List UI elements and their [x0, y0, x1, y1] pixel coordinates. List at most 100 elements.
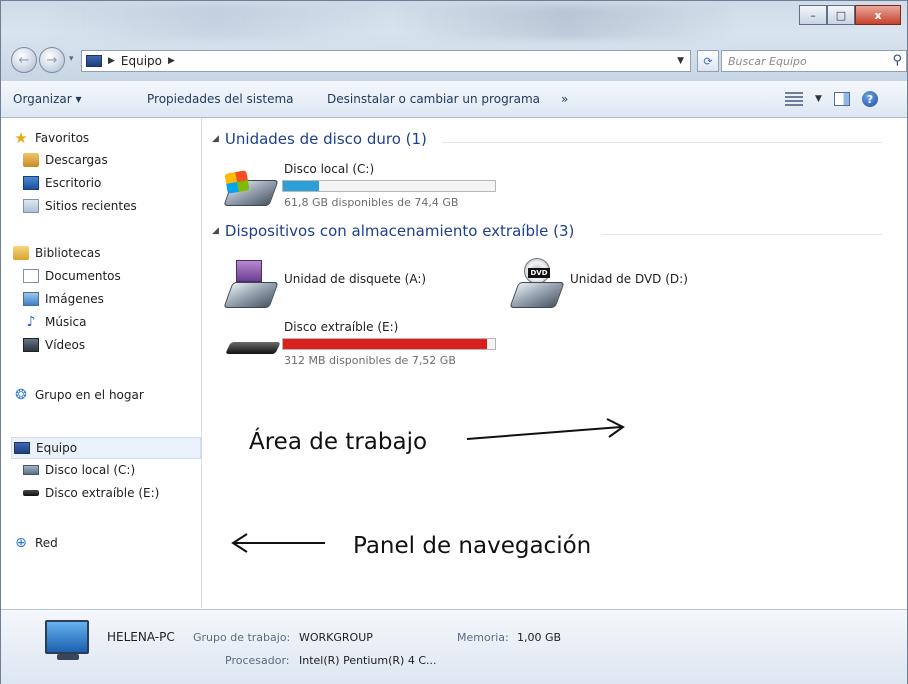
sidebar-item-images[interactable]: Imágenes [23, 292, 104, 306]
annotation-nav-panel: Panel de navegación [349, 531, 596, 561]
drive-e-usage-bar [282, 338, 496, 350]
libraries-icon [13, 246, 29, 260]
sidebar-item-label: Favoritos [35, 131, 90, 145]
preview-pane-icon[interactable] [833, 92, 850, 106]
sidebar-item-label: Disco local (C:) [45, 463, 136, 477]
minimize-button[interactable]: – [799, 5, 827, 25]
sidebar-item-recent[interactable]: Sitios recientes [23, 199, 137, 213]
drive-e-name: Disco extraíble (E:) [284, 320, 399, 334]
sidebar-item-homegroup[interactable]: ❂ Grupo en el hogar [13, 388, 144, 402]
hard-drive-icon [23, 465, 39, 475]
star-icon: ★ [14, 129, 28, 147]
more-commands-button[interactable]: » [561, 92, 568, 106]
title-bar: – □ x ← → ▾ ▶ Equipo ▶ ▼ ⟳ ⚲ [1, 1, 907, 81]
sidebar-item-label: Imágenes [45, 292, 104, 306]
search-icon[interactable]: ⚲ [892, 53, 902, 68]
search-input[interactable] [722, 51, 894, 71]
navigation-pane: ★ Favoritos Descargas Escritorio Sitios … [1, 118, 202, 608]
group-divider [602, 234, 882, 235]
collapse-triangle-icon[interactable]: ◢ [212, 134, 219, 144]
sidebar-item-documents[interactable]: Documentos [23, 269, 121, 283]
music-note-icon: ♪ [26, 314, 36, 330]
sidebar-item-label: Red [35, 536, 58, 550]
group-header-label: Unidades de disco duro (1) [224, 130, 427, 148]
sidebar-item-music[interactable]: ♪ Música [23, 315, 87, 329]
usb-drive-icon [23, 490, 39, 496]
sidebar-item-label: Equipo [36, 441, 78, 455]
workgroup-value: WORKGROUP [299, 631, 373, 644]
processor-label: Procesador: [225, 654, 290, 667]
recent-pages-dropdown[interactable]: ▾ [69, 54, 74, 64]
sidebar-item-label: Bibliotecas [35, 246, 101, 260]
breadcrumb-arrow-icon[interactable]: ▶ [108, 56, 115, 66]
drive-c-free-space: 61,8 GB disponibles de 74,4 GB [284, 196, 459, 209]
sidebar-item-label: Música [45, 315, 87, 329]
details-pane: HELENA-PC Grupo de trabajo: WORKGROUP Me… [1, 609, 907, 684]
drive-a-name: Unidad de disquete (A:) [284, 272, 427, 286]
system-properties-button[interactable]: Propiedades del sistema [147, 92, 294, 106]
uninstall-program-button[interactable]: Desinstalar o cambiar un programa [327, 92, 540, 106]
sidebar-item-computer[interactable]: Equipo [11, 437, 201, 459]
sidebar-item-local-disk[interactable]: Disco local (C:) [23, 463, 135, 477]
sidebar-item-network[interactable]: ⊕ Red [13, 536, 58, 550]
network-icon: ⊕ [15, 535, 27, 551]
breadcrumb-equipo[interactable]: Equipo [121, 54, 162, 68]
view-controls: ▼ ? [785, 91, 878, 107]
annotation-arrow-left-icon [231, 533, 325, 553]
sidebar-item-libraries[interactable]: Bibliotecas [13, 246, 100, 260]
group-divider [442, 142, 882, 143]
forward-button[interactable]: → [39, 47, 65, 73]
annotation-arrow-right-icon [466, 418, 625, 440]
refresh-button[interactable]: ⟳ [697, 50, 719, 72]
computer-icon [86, 55, 102, 67]
computer-icon [14, 442, 30, 454]
sidebar-item-desktop[interactable]: Escritorio [23, 176, 101, 190]
sidebar-item-label: Vídeos [45, 338, 86, 352]
command-bar: Organizar ▾ Propiedades del sistema Desi… [1, 81, 907, 118]
address-bar[interactable]: ▶ Equipo ▶ ▼ [81, 50, 691, 72]
workgroup-label: Grupo de trabajo: [193, 631, 291, 644]
sidebar-item-favorites[interactable]: ★ Favoritos [13, 130, 89, 146]
back-button[interactable]: ← [11, 47, 37, 73]
group-header-label: Dispositivos con almacenamiento extraíbl… [224, 222, 575, 240]
monitor-stand [57, 654, 79, 660]
downloads-folder-icon [23, 153, 39, 167]
desktop-icon [23, 176, 39, 190]
floppy-drive-icon [223, 260, 279, 308]
group-header-removable[interactable]: ◢ Dispositivos con almacenamiento extraí… [212, 222, 574, 240]
dvd-drive-icon: DVD [509, 258, 565, 308]
maximize-button[interactable]: □ [827, 5, 855, 25]
annotation-work-area: Área de trabajo [245, 427, 432, 457]
close-button[interactable]: x [855, 5, 901, 25]
explorer-window: – □ x ← → ▾ ▶ Equipo ▶ ▼ ⟳ ⚲ Organizar ▾… [0, 0, 908, 684]
hard-drive-icon [223, 170, 279, 206]
processor-value: Intel(R) Pentium(R) 4 C... [299, 654, 437, 667]
group-header-hard-drives[interactable]: ◢ Unidades de disco duro (1) [212, 130, 427, 148]
recent-places-icon [23, 199, 39, 213]
address-dropdown-icon[interactable]: ▼ [677, 56, 684, 66]
windows-logo-icon [224, 170, 250, 194]
sidebar-item-label: Grupo en el hogar [35, 388, 144, 402]
sidebar-item-downloads[interactable]: Descargas [23, 153, 108, 167]
breadcrumb-arrow-icon[interactable]: ▶ [168, 56, 175, 66]
help-icon[interactable]: ? [861, 91, 878, 107]
sidebar-item-label: Disco extraíble (E:) [45, 486, 160, 500]
collapse-triangle-icon[interactable]: ◢ [212, 226, 219, 236]
organize-menu[interactable]: Organizar ▾ [13, 92, 82, 106]
drive-e-free-space: 312 MB disponibles de 7,52 GB [284, 354, 456, 367]
homegroup-icon: ❂ [15, 387, 27, 403]
view-dropdown-icon[interactable]: ▼ [815, 94, 822, 104]
memory-label: Memoria: [457, 631, 509, 644]
drive-c-usage-fill [283, 181, 320, 191]
pictures-icon [23, 292, 39, 306]
computer-monitor-icon [45, 620, 89, 654]
sidebar-item-label: Documentos [45, 269, 121, 283]
drive-c-name: Disco local (C:) [284, 162, 375, 176]
blurred-background [41, 5, 741, 39]
computer-name: HELENA-PC [107, 630, 175, 644]
change-view-icon[interactable] [785, 92, 803, 106]
drive-d-name: Unidad de DVD (D:) [570, 272, 688, 286]
sidebar-item-videos[interactable]: Vídeos [23, 338, 85, 352]
sidebar-item-removable[interactable]: Disco extraíble (E:) [23, 486, 159, 500]
drive-c-usage-bar [282, 180, 496, 192]
